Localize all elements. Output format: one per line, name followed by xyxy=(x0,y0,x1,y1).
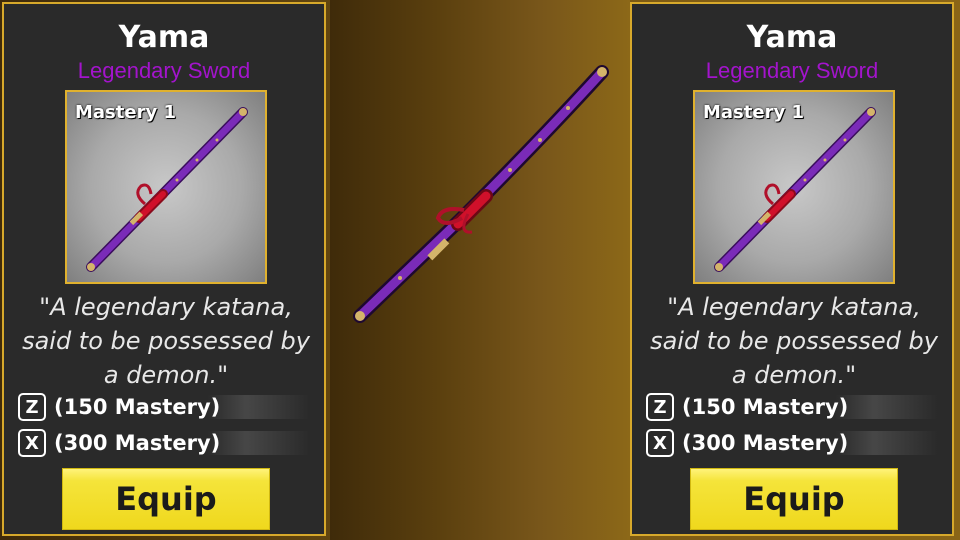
x-key-icon: X xyxy=(18,429,46,457)
katana-sword-icon xyxy=(353,65,609,323)
item-preview: Mastery 1 xyxy=(65,90,267,284)
skill-requirement: (150 Mastery) xyxy=(54,395,311,419)
skill-requirement: (300 Mastery) xyxy=(54,431,311,455)
item-title: Yama xyxy=(746,20,838,55)
z-key-icon: Z xyxy=(646,393,674,421)
skill-row-z: Z (150 Mastery) xyxy=(18,392,311,422)
item-card-right: Yama Legendary Sword Mastery 1 "A legend… xyxy=(630,2,954,536)
mastery-level: Mastery 1 xyxy=(703,102,804,123)
skill-requirement: (300 Mastery) xyxy=(682,431,939,455)
item-title: Yama xyxy=(118,20,210,55)
item-description: "A legendary katana, said to be possesse… xyxy=(22,293,310,389)
x-key-icon: X xyxy=(646,429,674,457)
skill-requirement: (150 Mastery) xyxy=(682,395,939,419)
equip-button[interactable]: Equip xyxy=(62,468,270,530)
item-card-left: Yama Legendary Sword Mastery 1 "A legend… xyxy=(2,2,326,536)
skill-row-x: X (300 Mastery) xyxy=(18,428,311,458)
equip-button[interactable]: Equip xyxy=(690,468,898,530)
skill-row-x: X (300 Mastery) xyxy=(646,428,939,458)
item-rarity: Legendary Sword xyxy=(705,58,879,83)
item-rarity: Legendary Sword xyxy=(77,58,251,83)
mastery-level: Mastery 1 xyxy=(75,102,176,123)
item-preview: Mastery 1 xyxy=(693,90,895,284)
z-key-icon: Z xyxy=(18,393,46,421)
skill-row-z: Z (150 Mastery) xyxy=(646,392,939,422)
item-description: "A legendary katana, said to be possesse… xyxy=(650,293,938,389)
